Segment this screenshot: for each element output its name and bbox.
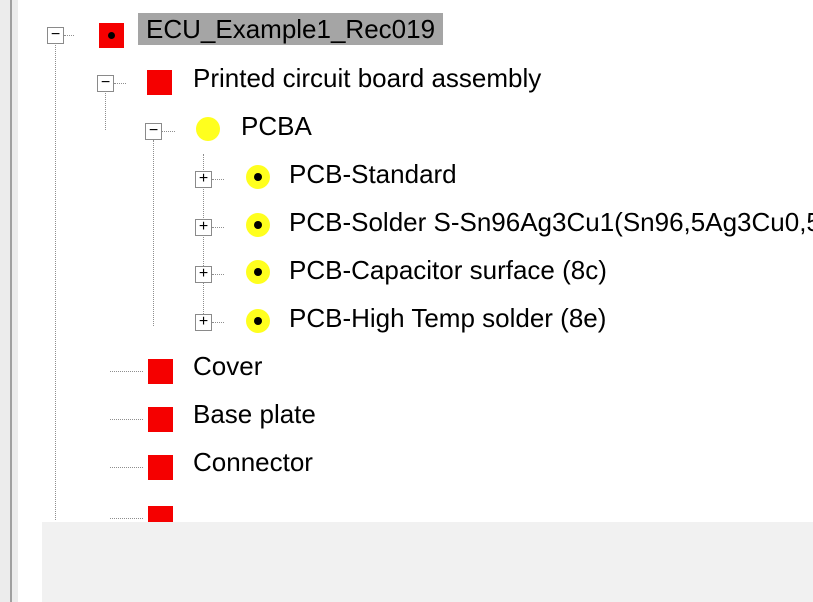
expand-toggle[interactable]: + <box>195 171 212 188</box>
tree-node-label[interactable]: PCB-Capacitor surface (8c) <box>289 254 607 286</box>
yellow-circle-icon <box>246 260 270 284</box>
tree-line <box>105 93 106 130</box>
tree-line <box>212 322 224 323</box>
expand-toggle[interactable]: + <box>195 266 212 283</box>
red-square-icon <box>99 23 124 48</box>
tree-node-label[interactable]: Base plate <box>193 398 316 430</box>
tree-view[interactable]: − ECU_Example1_Rec019 − Printed circuit … <box>18 0 813 602</box>
left-panel-border <box>0 0 18 602</box>
tree-line <box>114 83 126 84</box>
yellow-circle-icon <box>246 309 270 333</box>
tree-line <box>110 371 143 372</box>
red-square-icon <box>148 407 173 432</box>
red-square-icon <box>148 455 173 480</box>
tree-margin <box>18 522 42 602</box>
tree-line <box>55 45 56 520</box>
tree-line <box>110 467 143 468</box>
collapse-toggle[interactable]: − <box>145 123 162 140</box>
tree-line <box>212 274 224 275</box>
red-square-icon <box>147 70 172 95</box>
tree-line <box>64 35 74 36</box>
tree-node-label[interactable]: PCB-High Temp solder (8e) <box>289 302 606 334</box>
collapse-toggle[interactable]: − <box>97 75 114 92</box>
tree-line <box>110 419 143 420</box>
splitter[interactable] <box>10 0 12 602</box>
tree-node-label[interactable]: Printed circuit board assembly <box>193 62 541 94</box>
panel-empty-area <box>18 522 813 602</box>
tree-line <box>153 140 154 326</box>
tree-line <box>212 227 224 228</box>
tree-line <box>110 518 143 519</box>
tree-node-label[interactable]: PCB-Solder S-Sn96Ag3Cu1(Sn96,5Ag3Cu0,5) <box>289 206 813 238</box>
tree-node-label[interactable]: Cover <box>193 350 262 382</box>
tree-node-label[interactable]: ECU_Example1_Rec019 <box>138 13 444 45</box>
tree-line <box>212 179 224 180</box>
collapse-toggle[interactable]: − <box>47 27 64 44</box>
yellow-circle-icon <box>196 117 220 141</box>
tree-node-label[interactable]: Connector <box>193 446 313 478</box>
yellow-circle-icon <box>246 165 270 189</box>
tree-node-label[interactable]: PCBA <box>241 110 312 142</box>
tree-line <box>161 131 175 132</box>
expand-toggle[interactable]: + <box>195 314 212 331</box>
expand-toggle[interactable]: + <box>195 219 212 236</box>
tree-node-label[interactable]: PCB-Standard <box>289 158 457 190</box>
red-square-icon <box>148 359 173 384</box>
yellow-circle-icon <box>246 213 270 237</box>
